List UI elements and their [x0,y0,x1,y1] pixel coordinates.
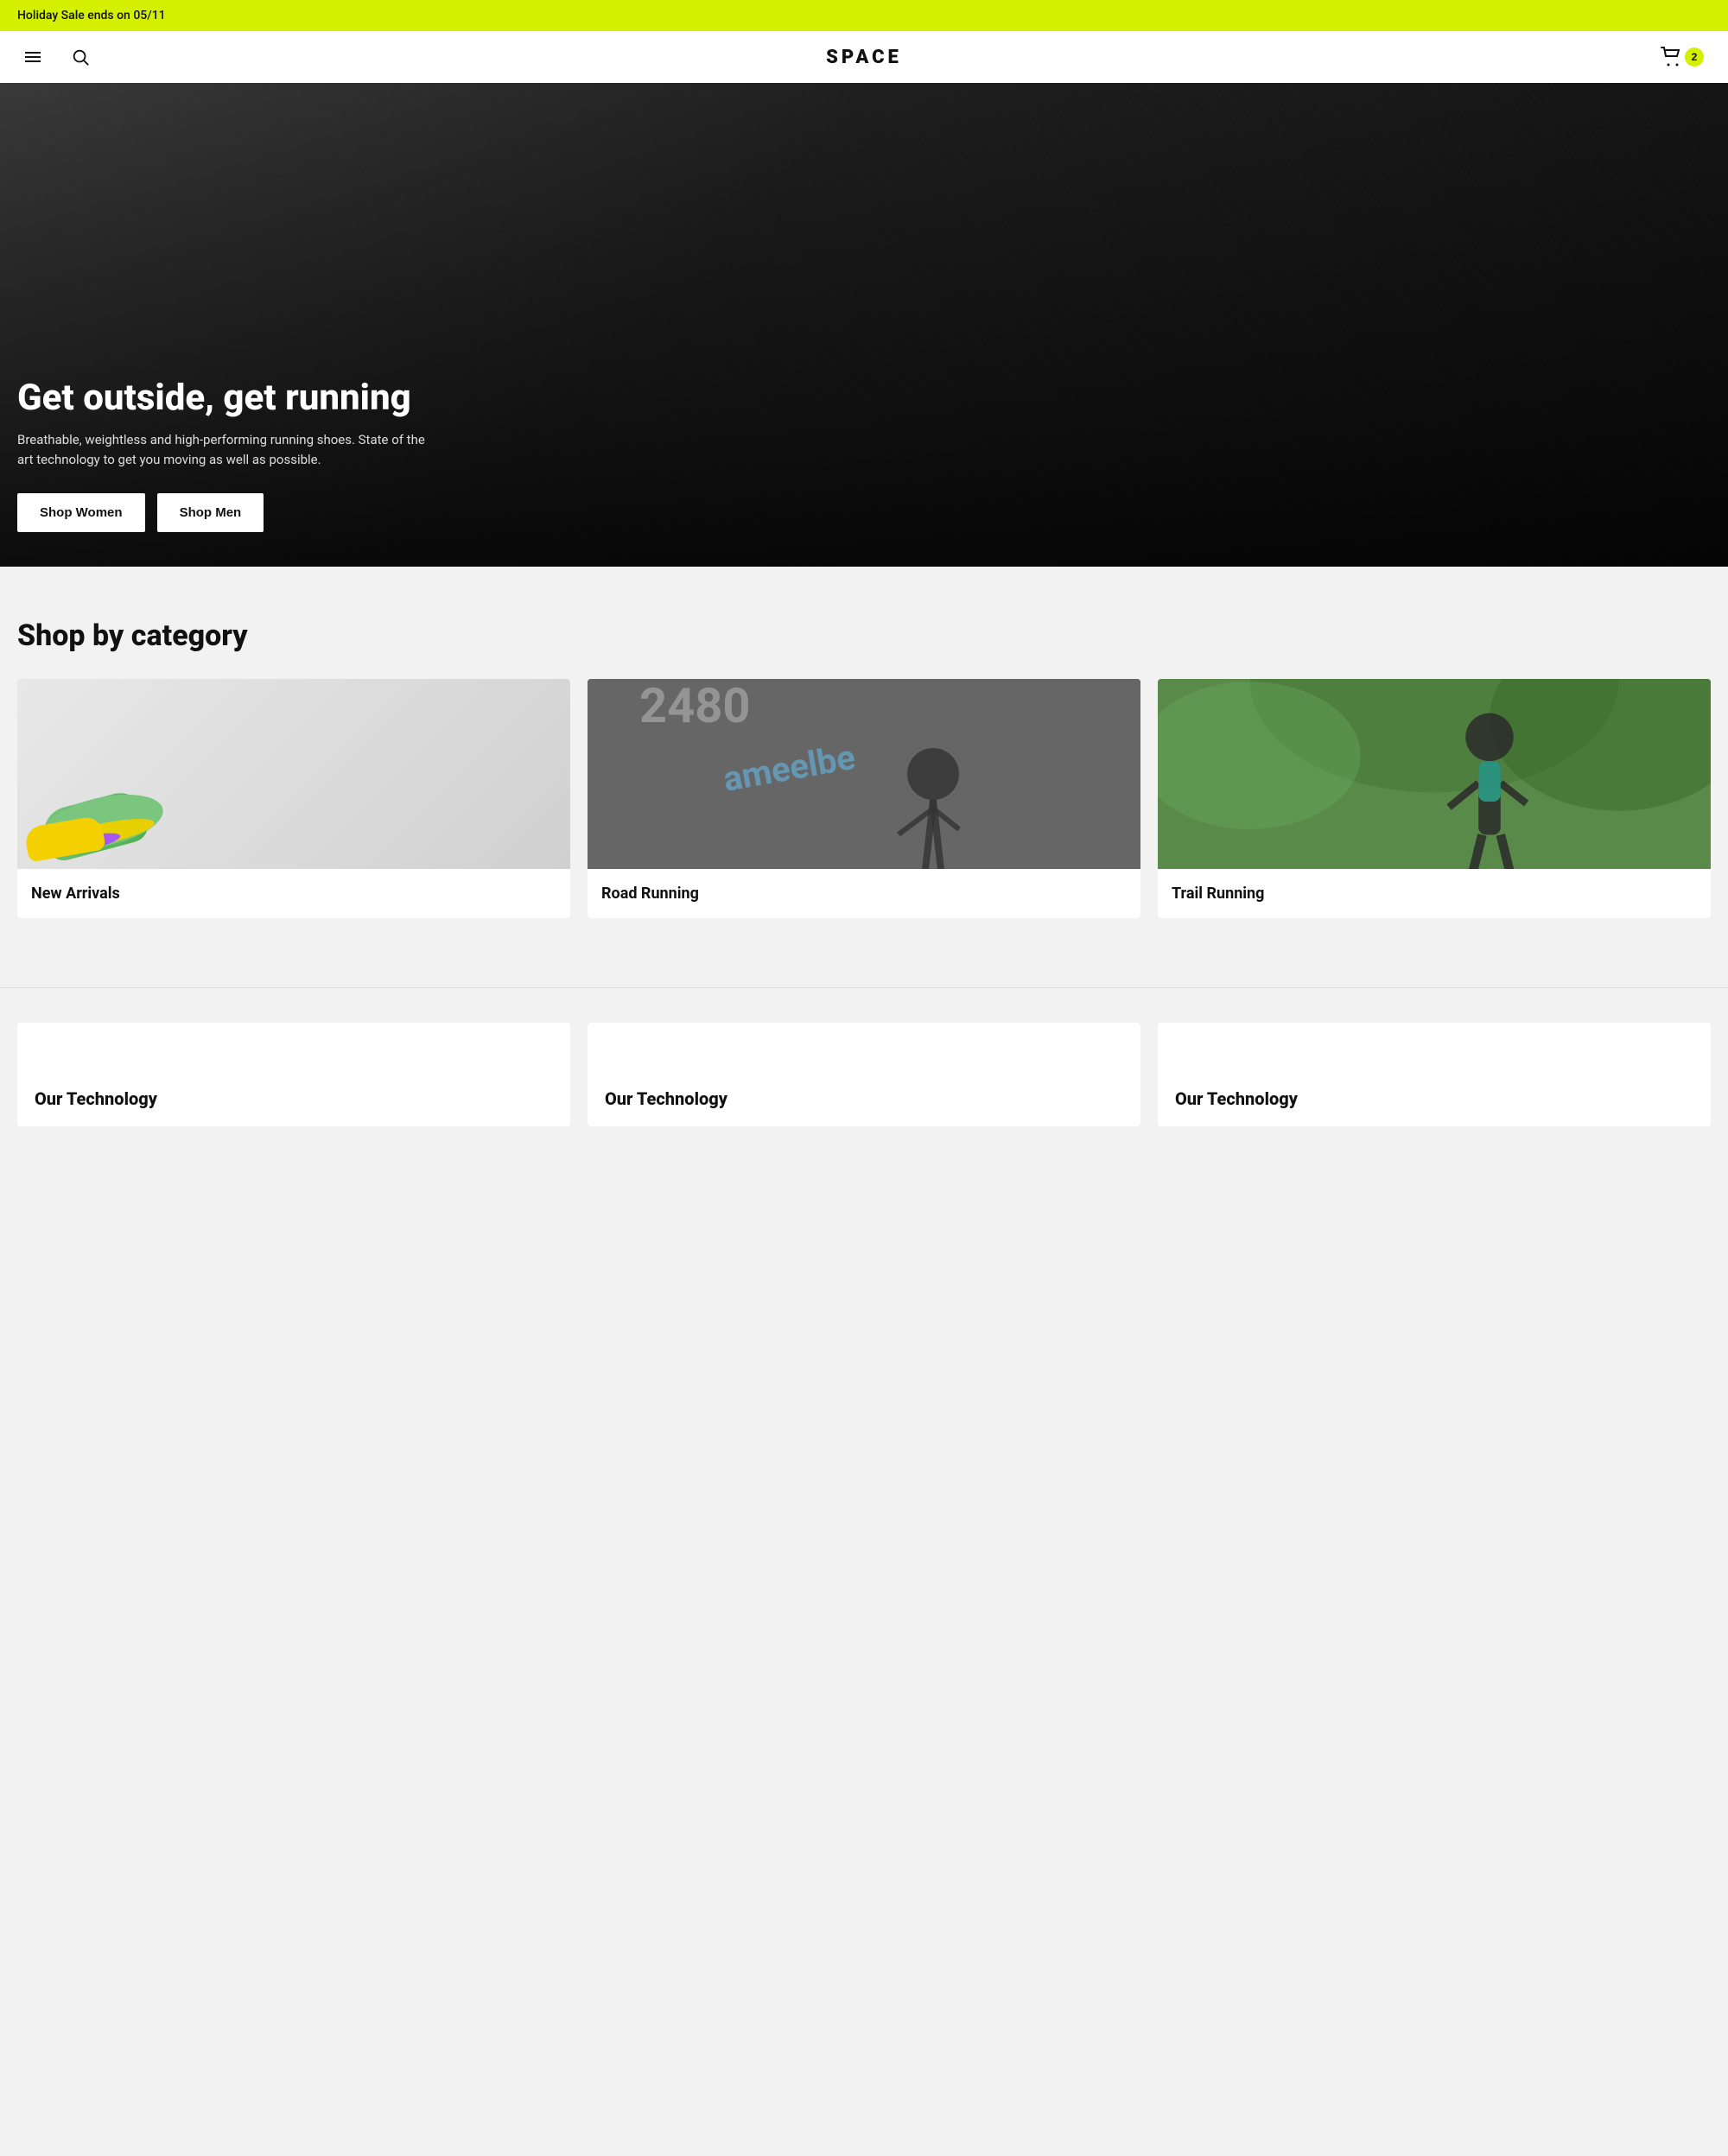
announcement-text: Holiday Sale ends on 05/11 [17,9,166,22]
new-arrivals-illustration [35,757,207,860]
tech-section: Our Technology Our Technology Our Techno… [0,987,1728,1126]
search-button[interactable] [66,42,95,72]
hamburger-icon [22,47,43,67]
header-left [17,41,95,73]
announcement-bar: Holiday Sale ends on 05/11 [0,0,1728,31]
category-section: Shop by category New Arrivals [0,567,1728,987]
tech-card-1: Our Technology [17,1023,570,1126]
trail-running-illustration [1158,679,1711,869]
tech-card-title-2: Our Technology [605,1088,727,1109]
tech-card-3: Our Technology [1158,1023,1711,1126]
tech-card-2: Our Technology [588,1023,1140,1126]
svg-text:2480: 2480 [639,679,751,734]
site-logo[interactable]: SPACE [826,47,902,68]
tech-grid: Our Technology Our Technology Our Techno… [17,1023,1711,1126]
hero-buttons: Shop Women Shop Men [17,493,432,532]
category-grid: New Arrivals 2480 ameelbe [17,679,1711,918]
hero-subtitle: Breathable, weightless and high-performi… [17,430,432,469]
tech-card-title-3: Our Technology [1175,1088,1298,1109]
cart-button[interactable]: 2 [1654,43,1711,71]
category-section-title: Shop by category [17,618,1711,653]
category-label-trail-running: Trail Running [1158,869,1711,918]
cart-badge: 2 [1685,48,1704,67]
cart-icon [1661,47,1681,67]
header-right: 2 [1654,43,1711,71]
category-label-road-running: Road Running [588,869,1140,918]
category-card-road-running[interactable]: 2480 ameelbe Road Running [588,679,1140,918]
menu-button[interactable] [17,41,48,73]
category-image-trail-running [1158,679,1711,869]
hero-section: Get outside, get running Breathable, wei… [0,83,1728,567]
shop-women-button[interactable]: Shop Women [17,493,145,532]
header: SPACE 2 [0,31,1728,83]
shop-men-button[interactable]: Shop Men [157,493,264,532]
category-label-new-arrivals: New Arrivals [17,869,570,918]
hero-content: Get outside, get running Breathable, wei… [0,378,449,532]
category-image-new-arrivals [17,679,570,869]
hero-title: Get outside, get running [17,378,432,418]
cart-icon-wrap: 2 [1661,47,1704,67]
category-image-road-running: 2480 ameelbe [588,679,1140,869]
road-running-illustration: 2480 ameelbe [588,679,1140,869]
tech-card-title-1: Our Technology [35,1088,157,1109]
category-card-trail-running[interactable]: Trail Running [1158,679,1711,918]
search-icon [71,48,90,67]
category-card-new-arrivals[interactable]: New Arrivals [17,679,570,918]
